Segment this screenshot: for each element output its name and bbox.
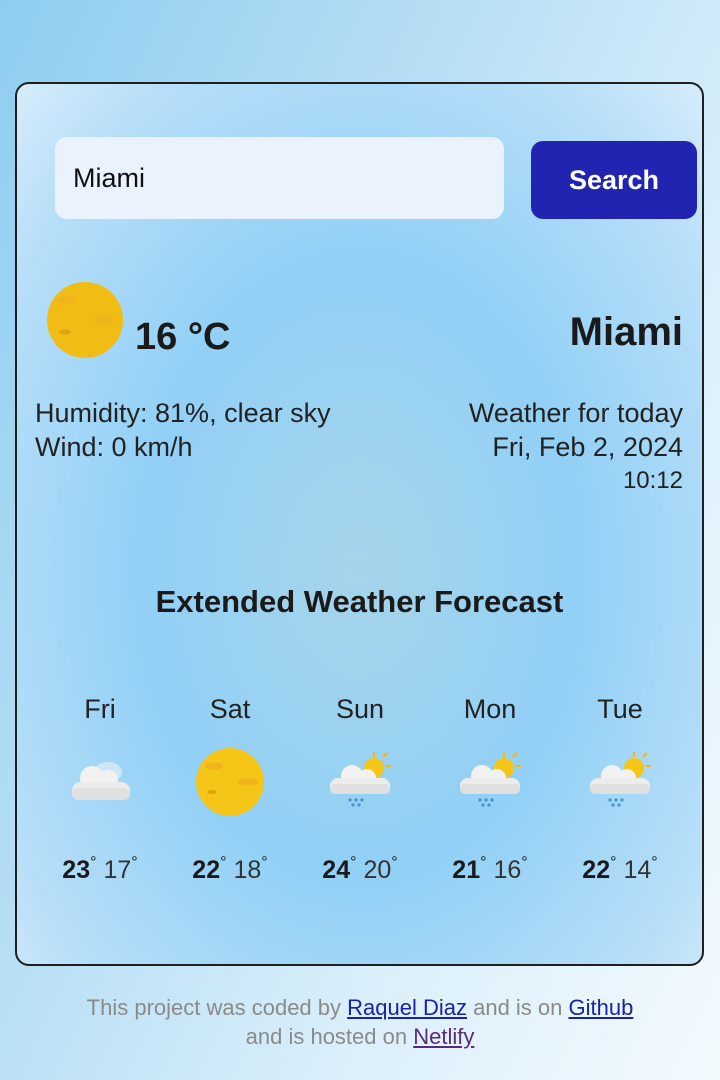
forecast-day: Sat 22° 18° [165, 692, 295, 885]
forecast-day-name: Tue [597, 694, 643, 724]
forecast-min: 14 [623, 856, 652, 884]
forecast-min: 20 [363, 856, 392, 884]
forecast-max: 22 [582, 856, 611, 884]
current-temperature: 16 °C [135, 316, 231, 358]
rain-sun-icon [460, 752, 521, 807]
forecast-day-name: Mon [463, 694, 517, 724]
author-link[interactable]: Raquel Diaz [347, 995, 467, 1020]
forecast-list: Fri 23° 17° Sat 22° 18° Sun 24° 20° Mon … [35, 692, 685, 892]
cloud-icon [72, 762, 130, 800]
search-input[interactable] [55, 137, 504, 219]
current-date: Fri, Feb 2, 2024 [492, 432, 683, 462]
footer-line-2: and is hosted on Netlify [245, 1024, 475, 1049]
footer-line-1: This project was coded by Raquel Diaz an… [86, 995, 634, 1020]
rain-sun-icon [590, 752, 651, 807]
forecast-max: 22 [192, 856, 221, 884]
forecast-max: 24 [322, 856, 351, 884]
humidity-text: Humidity: 81%, clear sky [35, 398, 331, 428]
current-time: 10:12 [622, 467, 683, 494]
forecast-day: Fri 23° 17° [35, 692, 165, 885]
date-info: Weather for today Fri, Feb 2, 2024 10:12 [469, 396, 683, 498]
forecast-temps: 22° 14° [582, 854, 658, 884]
rain-sun-icon [330, 752, 391, 807]
forecast-min: 16 [493, 856, 522, 884]
weather-details: Humidity: 81%, clear sky Wind: 0 km/h [35, 396, 331, 464]
sun-icon [196, 748, 264, 816]
wind-text: Wind: 0 km/h [35, 432, 193, 462]
forecast-title: Extended Weather Forecast [155, 584, 564, 619]
netlify-link[interactable]: Netlify [413, 1024, 474, 1049]
forecast-day: Sun 24° 20° [295, 692, 425, 885]
forecast-day: Mon 21° 16° [425, 692, 555, 885]
footer: This project was coded by Raquel Diaz an… [0, 993, 720, 1051]
sun-icon [47, 282, 123, 358]
forecast-day: Tue 22° 14° [555, 692, 685, 885]
city-name: Miami [569, 310, 683, 354]
weather-card: Search 16 °C Miami Humidity: 81%, clear … [15, 82, 704, 966]
forecast-temps: 23° 17° [62, 854, 138, 884]
forecast-temps: 21° 16° [452, 854, 528, 884]
github-link[interactable]: Github [569, 995, 634, 1020]
forecast-max: 23 [62, 856, 91, 884]
forecast-day-name: Sat [209, 694, 251, 724]
forecast-temps: 24° 20° [322, 854, 398, 884]
forecast-max: 21 [452, 856, 481, 884]
search-button[interactable]: Search [531, 141, 697, 219]
forecast-min: 18 [233, 856, 262, 884]
weather-for-today-label: Weather for today [468, 398, 683, 428]
forecast-temps: 22° 18° [192, 854, 268, 884]
forecast-day-name: Fri [84, 694, 116, 724]
forecast-min: 17 [103, 856, 132, 884]
forecast-day-name: Sun [335, 694, 385, 724]
